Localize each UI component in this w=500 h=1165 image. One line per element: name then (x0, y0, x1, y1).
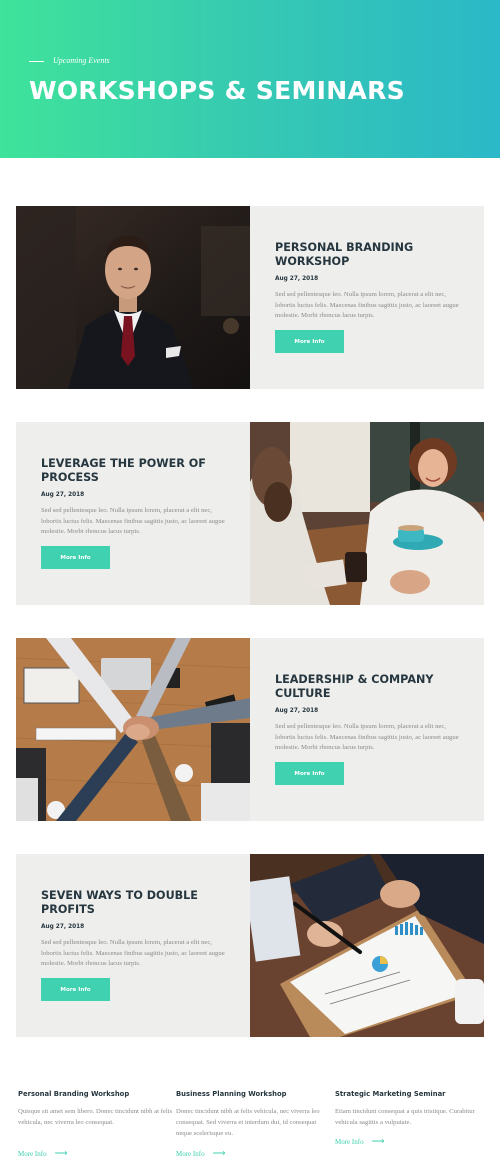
hero-subtitle: Upcoming Events (53, 56, 110, 65)
column-title: Business Planning Workshop (176, 1090, 287, 1098)
event-description: Sed sed pellentesque leo. Nulla ipsum lo… (41, 939, 225, 968)
event-content: LEADERSHIP & COMPANY CULTURE Aug 27, 201… (250, 638, 484, 821)
more-info-button[interactable]: More Info (275, 762, 344, 785)
event-date: Aug 27, 2018 (275, 708, 319, 714)
page-title: WORKSHOPS & SEMINARS (29, 76, 405, 105)
event-photo-cafe-meeting (250, 422, 484, 605)
arrow-right-icon: ⟶ (212, 1148, 226, 1158)
more-info-button[interactable]: More Info (275, 330, 344, 353)
event-description: Sed sed pellentesque leo. Nulla ipsum lo… (41, 507, 225, 536)
event-card-leadership-culture: LEADERSHIP & COMPANY CULTURE Aug 27, 201… (16, 638, 484, 821)
hero-banner: Upcoming Events WORKSHOPS & SEMINARS (0, 0, 500, 158)
column-title: Strategic Marketing Seminar (335, 1090, 446, 1098)
more-info-link[interactable]: More Info ⟶ (18, 1149, 173, 1158)
event-card-personal-branding: PERSONAL BRANDING WORKSHOP Aug 27, 2018 … (16, 206, 484, 389)
footer-column-personal-branding: Personal Branding Workshop Quisque sit a… (18, 1088, 173, 1158)
event-title: SEVEN WAYS TO DOUBLE PROFITS (41, 889, 198, 916)
more-info-link[interactable]: More Info ⟶ (176, 1149, 331, 1158)
more-info-button[interactable]: More Info (41, 978, 110, 1001)
event-content: SEVEN WAYS TO DOUBLE PROFITS Aug 27, 201… (16, 854, 250, 1037)
event-date: Aug 27, 2018 (41, 492, 85, 498)
event-photo-signing-document (250, 854, 484, 1037)
event-photo-businessman (16, 206, 250, 389)
event-card-leverage-process: LEVERAGE THE POWER OF PROCESS Aug 27, 20… (16, 422, 484, 605)
event-content: PERSONAL BRANDING WORKSHOP Aug 27, 2018 … (250, 206, 484, 389)
more-info-link[interactable]: More Info ⟶ (335, 1137, 490, 1146)
hero-divider (29, 61, 44, 62)
event-description: Sed sed pellentesque leo. Nulla ipsum lo… (275, 723, 459, 752)
more-info-label: More Info (176, 1149, 205, 1158)
event-date: Aug 27, 2018 (41, 924, 85, 930)
column-title: Personal Branding Workshop (18, 1090, 130, 1098)
event-date: Aug 27, 2018 (275, 276, 319, 282)
column-description: Etiam tincidunt consequat a quis tristiq… (335, 1108, 475, 1126)
event-photo-team-hands (16, 638, 250, 821)
more-info-label: More Info (18, 1149, 47, 1158)
arrow-right-icon: ⟶ (371, 1136, 385, 1146)
more-info-button[interactable]: More Info (41, 546, 110, 569)
footer-column-strategic-marketing: Strategic Marketing Seminar Etiam tincid… (335, 1088, 490, 1146)
event-card-double-profits: SEVEN WAYS TO DOUBLE PROFITS Aug 27, 201… (16, 854, 484, 1037)
more-info-label: More Info (335, 1137, 364, 1146)
event-title: PERSONAL BRANDING WORKSHOP (275, 241, 414, 268)
event-title: LEADERSHIP & COMPANY CULTURE (275, 673, 434, 700)
event-description: Sed sed pellentesque leo. Nulla ipsum lo… (275, 291, 459, 320)
column-description: Quisque sit amet sem libero. Donec tinci… (18, 1108, 173, 1126)
event-content: LEVERAGE THE POWER OF PROCESS Aug 27, 20… (16, 422, 250, 605)
event-title: LEVERAGE THE POWER OF PROCESS (41, 457, 206, 484)
arrow-right-icon: ⟶ (54, 1148, 68, 1158)
footer-column-business-planning: Business Planning Workshop Donec tincidu… (176, 1088, 331, 1158)
column-description: Donec tincidunt nibh at felis vehicula, … (176, 1108, 320, 1137)
